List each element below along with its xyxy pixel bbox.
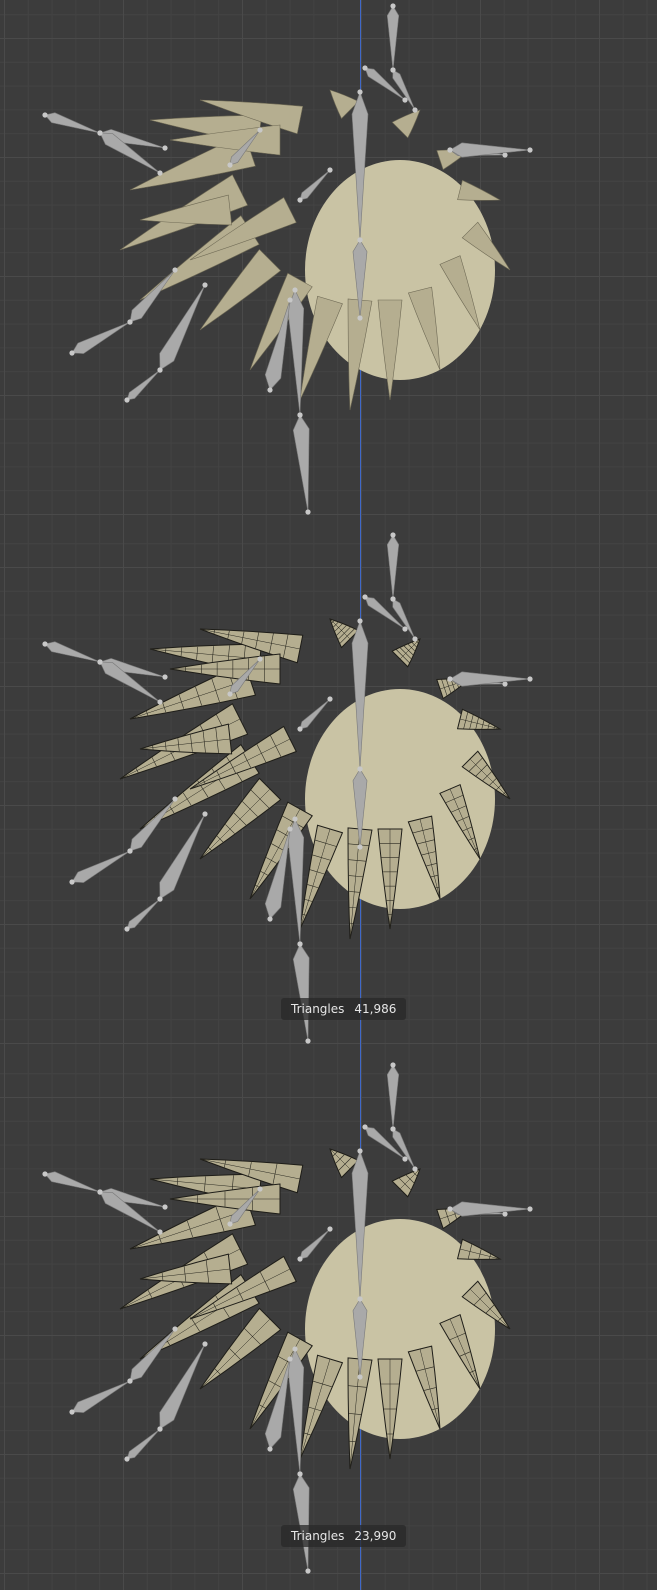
hair-model-shaded [42,3,533,515]
hair-model-wireframe-dense [42,532,533,1044]
hair-model-wireframe-sparse [42,1062,533,1574]
triangle-count-value: 41,986 [354,1002,397,1016]
triangle-count-badge: Triangles 23,990 [281,1525,407,1547]
viewport-low-poly[interactable]: Triangles 23,990 [0,1059,657,1590]
triangle-count-value: 23,990 [354,1529,397,1543]
triangle-count-label: Triangles [291,1002,345,1016]
viewport-shaded[interactable] [0,0,657,529]
triangle-count-badge: Triangles 41,986 [281,998,407,1020]
triangle-count-label: Triangles [291,1529,345,1543]
viewport-high-poly[interactable]: Triangles 41,986 [0,529,657,1059]
